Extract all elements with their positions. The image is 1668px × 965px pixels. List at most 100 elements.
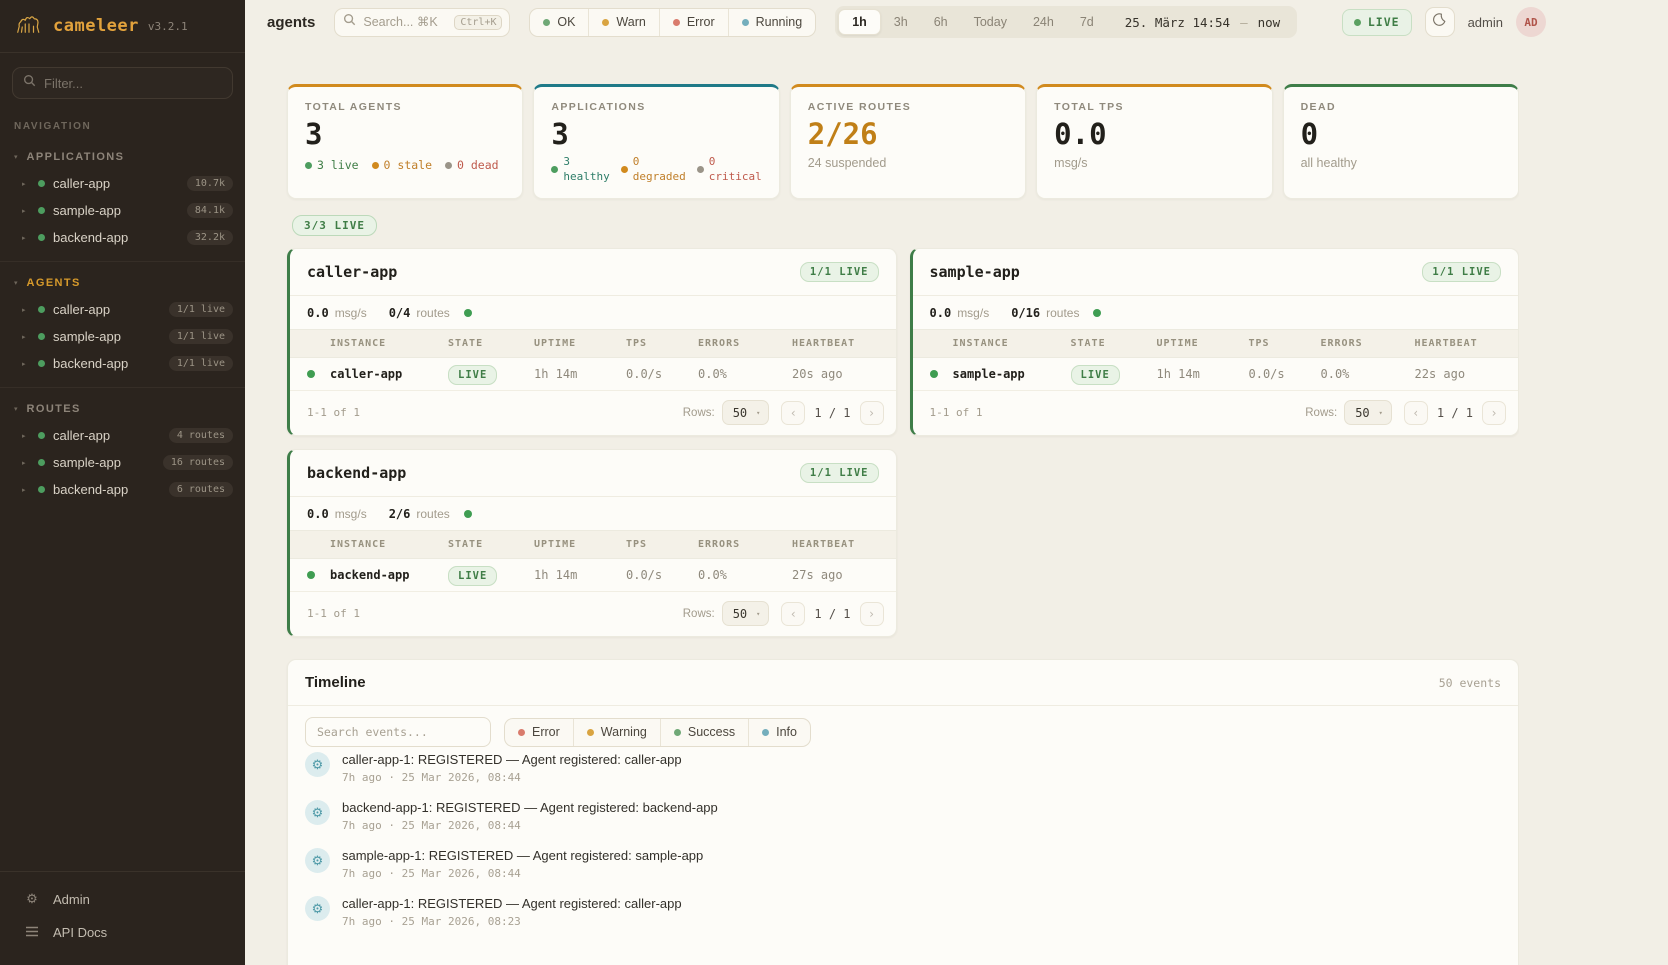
app-card-header: backend-app 1/1 LIVE <box>290 450 896 497</box>
event-item[interactable]: ⚙ backend-app-1: REGISTERED — Agent regi… <box>288 792 1518 840</box>
rows-per-page-select[interactable]: 50 ▾ <box>722 400 770 425</box>
stat-title: TOTAL AGENTS <box>305 101 505 113</box>
meta-col: 0 degraded <box>633 155 686 184</box>
range-today-button[interactable]: Today <box>961 9 1020 35</box>
sidebar-filter[interactable] <box>12 67 233 99</box>
app-status-line: 0.0 msg/s 2/6 routes <box>290 497 896 530</box>
stat-value: 2/26 <box>808 118 1008 151</box>
events-list[interactable]: ⚙ caller-app-1: REGISTERED — Agent regis… <box>288 752 1518 964</box>
table-row[interactable]: sample-app LIVE 1h 14m 0.0/s 0.0% 22s ag… <box>913 358 1519 391</box>
section-header-agents[interactable]: ▾ AGENTS <box>0 270 245 296</box>
filter-warn-button[interactable]: Warn <box>588 9 658 36</box>
meta-label: critical <box>709 170 762 184</box>
healthy-dot-icon <box>551 166 558 173</box>
page-indicator: 1 / 1 <box>814 406 850 420</box>
range-24h-button[interactable]: 24h <box>1020 9 1067 35</box>
rows-label: Rows: <box>1305 407 1337 419</box>
sidebar-item-routes-backend-app[interactable]: ▸ backend-app 6 routes <box>0 476 245 503</box>
prev-page-button[interactable]: ‹ <box>1404 401 1428 425</box>
section-header-applications[interactable]: ▾ APPLICATIONS <box>0 144 245 170</box>
range-1h-button[interactable]: 1h <box>838 9 881 35</box>
event-item[interactable]: ⚙ sample-app-1: REGISTERED — Agent regis… <box>288 840 1518 888</box>
search-icon <box>23 74 36 92</box>
filter-label: OK <box>557 15 575 29</box>
range-7d-button[interactable]: 7d <box>1067 9 1107 35</box>
col-state: STATE <box>448 539 534 550</box>
app-card-backend-app: backend-app 1/1 LIVE 0.0 msg/s 2/6 route… <box>287 449 897 637</box>
live-status-badge[interactable]: LIVE <box>1342 9 1412 36</box>
next-page-button[interactable]: › <box>1482 401 1506 425</box>
select-caret-icon: ▾ <box>1379 409 1383 417</box>
filter-label: Info <box>776 725 797 739</box>
filter-success-button[interactable]: Success <box>660 719 748 746</box>
sidebar-item-applications-backend-app[interactable]: ▸ backend-app 32.2k <box>0 224 245 251</box>
col-errors: ERRORS <box>698 338 792 349</box>
meta-value: 0 <box>709 155 762 169</box>
topbar-right-cluster: LIVE admin AD <box>1342 7 1546 37</box>
rows-per-page-select[interactable]: 50 ▾ <box>1344 400 1392 425</box>
select-caret-icon: ▾ <box>756 409 760 417</box>
admin-label: Admin <box>53 892 90 907</box>
stat-card-total-tps: TOTAL TPS 0.0 msg/s <box>1036 84 1272 199</box>
global-search[interactable]: Ctrl+K <box>334 8 510 37</box>
sidebar-footer: ⚙ Admin API Docs <box>0 871 245 965</box>
filter-info-button[interactable]: Info <box>748 719 810 746</box>
sidebar-item-routes-caller-app[interactable]: ▸ caller-app 4 routes <box>0 422 245 449</box>
prev-page-button[interactable]: ‹ <box>781 401 805 425</box>
moon-icon <box>1432 12 1447 32</box>
filter-warning-button[interactable]: Warning <box>573 719 660 746</box>
stat-subtitle: 24 suspended <box>808 156 1008 170</box>
critical-dot-icon <box>697 166 704 173</box>
sidebar-item-badge: 1/1 live <box>169 356 233 371</box>
rows-per-page-select[interactable]: 50 ▾ <box>722 601 770 626</box>
sidebar-item-label: sample-app <box>53 455 155 470</box>
search-input[interactable] <box>363 15 447 29</box>
sidebar-item-agents-sample-app[interactable]: ▸ sample-app 1/1 live <box>0 323 245 350</box>
gear-icon: ⚙ <box>305 896 330 921</box>
filter-running-button[interactable]: Running <box>728 9 816 36</box>
msg-unit: msg/s <box>335 507 367 521</box>
msg-rate: 0.0 <box>307 507 329 521</box>
info-dot-icon <box>762 729 769 736</box>
filter-error-button[interactable]: Error <box>505 719 573 746</box>
filter-label: Warning <box>601 725 647 739</box>
status-dot <box>38 306 45 313</box>
filter-ok-button[interactable]: OK <box>530 9 588 36</box>
sidebar-item-agents-backend-app[interactable]: ▸ backend-app 1/1 live <box>0 350 245 377</box>
stat-card-total-agents: TOTAL AGENTS 3 3 live 0 stale 0 dead <box>287 84 523 199</box>
cell-tps: 0.0/s <box>1249 367 1321 381</box>
app-live-badge: 1/1 LIVE <box>800 463 879 483</box>
filter-error-button[interactable]: Error <box>659 9 728 36</box>
sidebar-item-api-docs[interactable]: API Docs <box>0 916 245 949</box>
search-shortcut-kbd: Ctrl+K <box>454 15 502 30</box>
event-item[interactable]: ⚙ caller-app-1: REGISTERED — Agent regis… <box>288 752 1518 792</box>
event-item[interactable]: ⚙ caller-app-1: REGISTERED — Agent regis… <box>288 888 1518 936</box>
stat-card-applications: APPLICATIONS 3 3 healthy 0 de <box>533 84 779 199</box>
sidebar-item-routes-sample-app[interactable]: ▸ sample-app 16 routes <box>0 449 245 476</box>
sidebar-item-applications-sample-app[interactable]: ▸ sample-app 84.1k <box>0 197 245 224</box>
table-row[interactable]: backend-app LIVE 1h 14m 0.0/s 0.0% 27s a… <box>290 559 896 592</box>
timeline-event-count: 50 events <box>1439 676 1501 690</box>
section-routes: ▾ ROUTES ▸ caller-app 4 routes ▸ sample-… <box>0 388 245 513</box>
col-tps: TPS <box>626 539 698 550</box>
table-row[interactable]: caller-app LIVE 1h 14m 0.0/s 0.0% 20s ag… <box>290 358 896 391</box>
caret-down-icon: ▾ <box>14 279 18 287</box>
stat-meta: 3 healthy 0 degraded 0 <box>551 155 761 184</box>
prev-page-button[interactable]: ‹ <box>781 602 805 626</box>
next-page-button[interactable]: › <box>860 401 884 425</box>
filter-input[interactable] <box>44 76 222 91</box>
table-footer: 1-1 of 1 Rows: 50 ▾ ‹ 1 / 1 › <box>290 391 896 435</box>
dark-mode-toggle[interactable] <box>1425 7 1455 37</box>
sidebar: cameleer v3.2.1 NAVIGATION ▾ APPLICATION… <box>0 0 245 965</box>
range-6h-button[interactable]: 6h <box>921 9 961 35</box>
events-search-input[interactable] <box>305 717 491 747</box>
range-3h-button[interactable]: 3h <box>881 9 921 35</box>
next-page-button[interactable]: › <box>860 602 884 626</box>
col-heartbeat: HEARTBEAT <box>792 338 896 349</box>
app-status-line: 0.0 msg/s 0/16 routes <box>913 296 1519 329</box>
avatar[interactable]: AD <box>1516 7 1546 37</box>
section-header-routes[interactable]: ▾ ROUTES <box>0 396 245 422</box>
sidebar-item-agents-caller-app[interactable]: ▸ caller-app 1/1 live <box>0 296 245 323</box>
sidebar-item-admin[interactable]: ⚙ Admin <box>0 882 245 916</box>
sidebar-item-applications-caller-app[interactable]: ▸ caller-app 10.7k <box>0 170 245 197</box>
